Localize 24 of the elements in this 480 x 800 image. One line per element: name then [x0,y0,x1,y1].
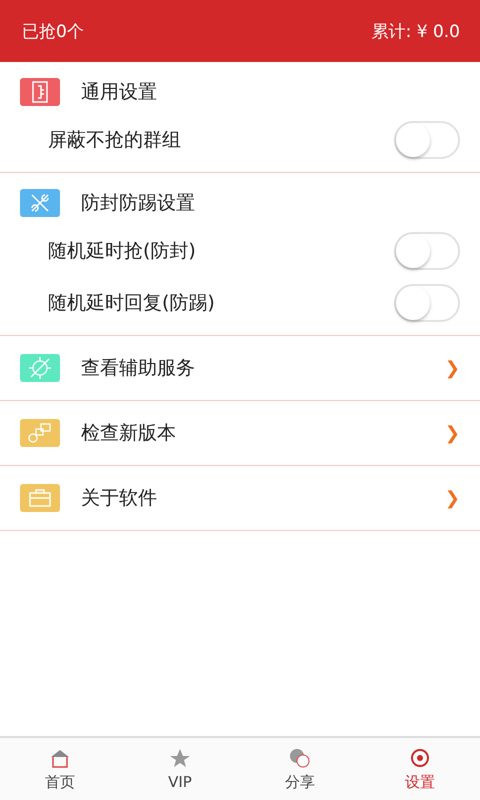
toggle-switch[interactable] [394,232,460,270]
chevron-icon: ❯ [444,488,460,508]
menu-item-label: 检查新版本 [81,421,177,446]
tab[interactable]: VIP [120,738,240,800]
star-icon [168,747,192,769]
setting-label: 屏蔽不抢的群组 [48,128,182,153]
menu-item[interactable]: 关于软件 ❯ [0,466,480,530]
menu-item[interactable]: 检查新版本 ❯ [0,401,480,465]
grabbed-count: 已抢0个 [22,20,84,42]
total-amount: 累计: ¥ 0.0 [372,20,460,42]
menu-item-label: 关于软件 [81,486,158,511]
section-title: 防封防踢设置 [81,191,196,216]
menu-item[interactable]: 查看辅助服务 ❯ [0,336,480,400]
menu-item-label: 查看辅助服务 [81,356,196,381]
tab[interactable]: 分享 [240,738,360,800]
section-title: 通用设置 [81,80,158,105]
chevron-icon: ❯ [444,358,460,378]
toggle-switch[interactable] [394,121,460,159]
chevron-icon: ❯ [444,422,460,444]
toggle-switch[interactable] [394,284,460,322]
tab[interactable]: 设置 [360,738,480,800]
setting-label: 随机延时回复(防踢) [48,291,216,316]
setting-label: 随机延时抢(防封) [48,239,197,264]
tab[interactable]: 首页 [0,738,120,800]
